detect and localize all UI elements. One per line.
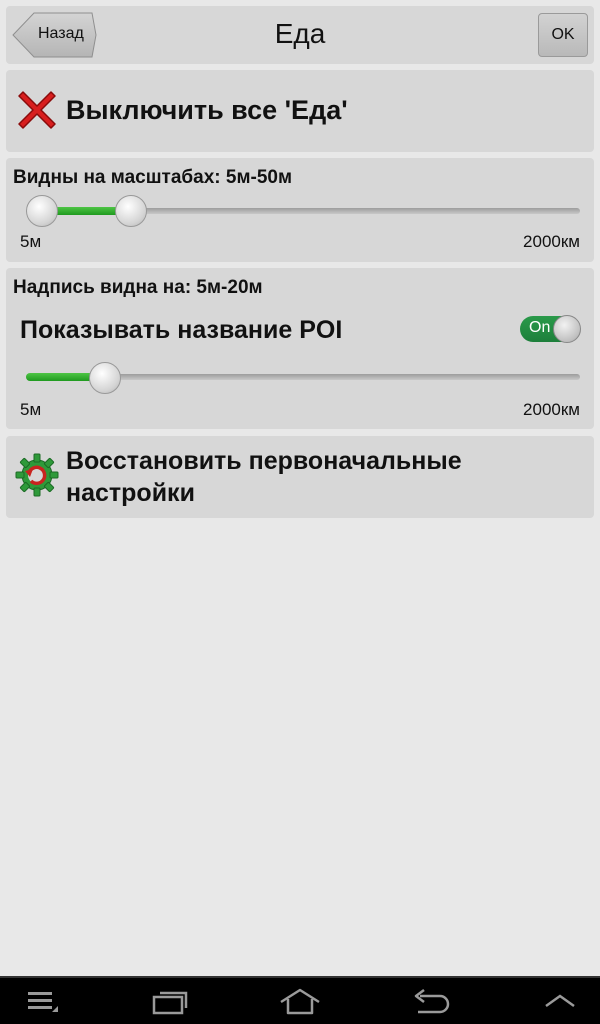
- label-visible-title: Надпись видна на: 5м-20м: [13, 277, 263, 298]
- show-poi-name-toggle[interactable]: On: [520, 315, 581, 343]
- toggle-on-label: On: [529, 319, 551, 336]
- recent-apps-icon[interactable]: [150, 988, 190, 1016]
- label-visible-max-label: 2000км: [523, 400, 580, 419]
- reset-label-line2: настройки: [66, 479, 195, 507]
- ok-button[interactable]: OK: [538, 13, 588, 57]
- expand-up-icon[interactable]: [542, 988, 578, 1012]
- visible-scales-min-label: 5м: [20, 232, 42, 251]
- red-x-icon: [18, 91, 56, 129]
- back-button[interactable]: Назад: [12, 12, 98, 58]
- visible-scales-thumb-max[interactable]: [114, 195, 147, 227]
- disable-all-label: Выключить все 'Еда': [66, 95, 348, 125]
- label-visible-min-label: 5м: [20, 400, 42, 419]
- screen: Назад Еда OK Выключить все 'Еда' Видны н…: [0, 0, 600, 1024]
- header-bar: Назад Еда OK: [6, 6, 594, 64]
- back-button-label: Назад: [38, 25, 84, 42]
- menu-icon[interactable]: [26, 988, 60, 1014]
- visible-scales-max-label: 2000км: [523, 232, 580, 251]
- toggle-knob: [553, 315, 581, 343]
- visible-scales-title: Видны на масштабах: 5м-50м: [13, 167, 293, 188]
- home-icon[interactable]: [278, 988, 322, 1016]
- system-nav-bar: [0, 976, 600, 1024]
- visible-scales-card: Видны на масштабах: 5м-50м 5м 2000км: [6, 158, 594, 262]
- label-visible-thumb[interactable]: [88, 362, 121, 394]
- reset-label-line1: Восстановить первоначальные: [66, 447, 462, 475]
- reset-settings-row[interactable]: Восстановить первоначальные настройки: [6, 436, 594, 518]
- back-icon[interactable]: [410, 988, 450, 1016]
- label-visible-card: Надпись видна на: 5м-20м Показывать назв…: [6, 268, 594, 429]
- show-poi-name-label: Показывать название POI: [20, 316, 343, 344]
- gear-reset-icon: [15, 453, 59, 497]
- disable-all-row[interactable]: Выключить все 'Еда': [6, 70, 594, 152]
- visible-scales-thumb-min[interactable]: [26, 195, 58, 227]
